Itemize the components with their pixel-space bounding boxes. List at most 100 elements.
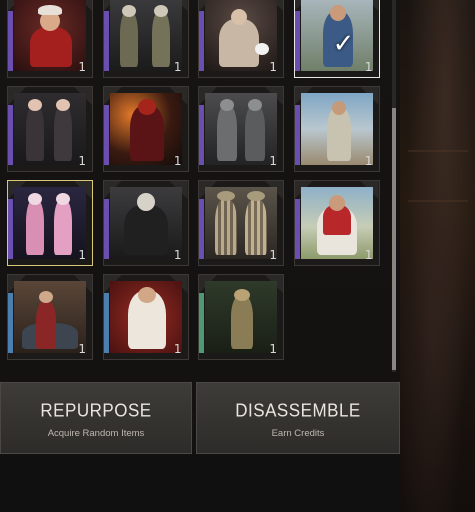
inventory-panel: 1 1 1 ✓ 1 1 1 1 1 1 1 1 1 1 1 1 REPURPOS…: [0, 0, 400, 512]
footer-area: [0, 455, 400, 512]
inventory-item-card[interactable]: 1: [102, 274, 189, 360]
figure-body: [26, 199, 44, 255]
figure-head: [231, 9, 247, 25]
inventory-item-card[interactable]: 1: [293, 180, 380, 266]
repurpose-subtitle: Acquire Random Items: [47, 428, 145, 439]
figure-body: [123, 205, 168, 255]
item-count: 1: [78, 154, 86, 168]
rarity-stripe: [8, 293, 13, 353]
rarity-stripe: [103, 105, 109, 165]
inventory-item-card[interactable]: 1: [102, 86, 189, 172]
item-count: 1: [364, 248, 373, 262]
item-count: 1: [78, 60, 86, 74]
inventory-item-card[interactable]: 1: [102, 180, 189, 266]
rarity-stripe: [199, 105, 204, 165]
inventory-item-card[interactable]: 1: [102, 0, 189, 78]
rarity-stripe: [294, 199, 300, 259]
figure-head: [137, 287, 156, 303]
inventory-item-card[interactable]: 1: [198, 274, 284, 360]
figure-head: [28, 193, 42, 205]
rarity-stripe: [199, 199, 204, 259]
item-count: 1: [173, 60, 182, 74]
background-shelf: [408, 200, 468, 202]
item-thumbnail: [14, 93, 86, 165]
figure-hat: [217, 191, 235, 201]
figure-body: [219, 19, 259, 67]
figure-head: [121, 5, 136, 17]
figure-body: [245, 199, 267, 255]
repurpose-button[interactable]: REPURPOSE Acquire Random Items: [0, 382, 192, 454]
rarity-stripe: [103, 11, 109, 71]
background-shelf: [408, 150, 468, 152]
item-thumbnail: [109, 281, 182, 353]
figure-body: [119, 11, 138, 67]
santa-hat: [38, 5, 62, 15]
figure-body: [245, 105, 265, 161]
item-count: 1: [269, 60, 277, 74]
inventory-item-card[interactable]: 1: [7, 274, 93, 360]
inventory-item-card[interactable]: 1: [293, 86, 380, 172]
item-count: 1: [269, 154, 277, 168]
figure-hat: [247, 191, 265, 201]
rarity-stripe: [294, 105, 300, 165]
figure-body: [36, 301, 56, 349]
figure-head: [153, 5, 168, 17]
disassemble-subtitle: Earn Credits: [271, 428, 325, 439]
disassemble-title: DISASSEMBLE: [235, 400, 361, 421]
figure-head: [56, 193, 70, 205]
item-thumbnail: [109, 93, 182, 165]
figure-head: [137, 99, 156, 115]
figure-body: [231, 295, 253, 349]
rarity-stripe: [8, 11, 13, 71]
inventory-grid: 1 1 1 ✓ 1 1 1 1 1 1 1 1 1 1 1 1: [7, 0, 387, 360]
item-thumbnail: [205, 93, 277, 165]
disassemble-button[interactable]: DISASSEMBLE Earn Credits: [196, 382, 400, 454]
check-icon: ✓: [332, 29, 355, 59]
figure-head: [56, 99, 70, 111]
item-thumbnail: [205, 281, 277, 353]
item-thumbnail: [205, 0, 277, 71]
item-count: 1: [173, 342, 182, 356]
inventory-item-card[interactable]: 1: [7, 86, 93, 172]
item-count: 1: [78, 342, 86, 356]
figure-body: [54, 199, 72, 255]
inventory-item-card[interactable]: 1: [7, 180, 93, 266]
rarity-stripe: [294, 11, 300, 71]
figure-head: [28, 99, 42, 111]
inventory-item-card[interactable]: 1: [198, 0, 284, 78]
inventory-item-card[interactable]: ✓ 1: [293, 0, 380, 78]
skull-mask: [136, 193, 155, 211]
figure-head: [220, 99, 234, 111]
item-count: 1: [173, 154, 182, 168]
item-thumbnail: [300, 93, 373, 165]
figure-head: [248, 99, 262, 111]
item-thumbnail: [14, 187, 86, 259]
inventory-item-card[interactable]: 1: [198, 86, 284, 172]
figure-body: [326, 107, 351, 161]
item-thumbnail: [14, 0, 86, 71]
rarity-stripe: [8, 105, 13, 165]
pet-figure: [255, 43, 269, 55]
rarity-stripe: [103, 199, 109, 259]
item-thumbnail: [300, 187, 373, 259]
figure-body: [54, 105, 72, 161]
item-count: 1: [269, 248, 277, 262]
item-thumbnail: [205, 187, 277, 259]
inventory-item-card[interactable]: 1: [198, 180, 284, 266]
rarity-stripe: [199, 293, 204, 353]
figure-head: [234, 289, 250, 301]
figure-head: [328, 195, 345, 211]
rarity-stripe: [8, 199, 13, 259]
repurpose-title: REPURPOSE: [40, 400, 152, 421]
figure-body: [151, 11, 170, 67]
figure-head: [329, 5, 346, 21]
rarity-stripe: [103, 293, 109, 353]
scrollbar-thumb[interactable]: [392, 108, 396, 370]
figure-body: [30, 27, 72, 67]
item-thumbnail: [109, 187, 182, 259]
item-count: 1: [364, 60, 373, 74]
figure-head: [39, 291, 53, 303]
inventory-item-card[interactable]: 1: [7, 0, 93, 78]
item-count: 1: [269, 342, 277, 356]
figure-body: [26, 105, 44, 161]
